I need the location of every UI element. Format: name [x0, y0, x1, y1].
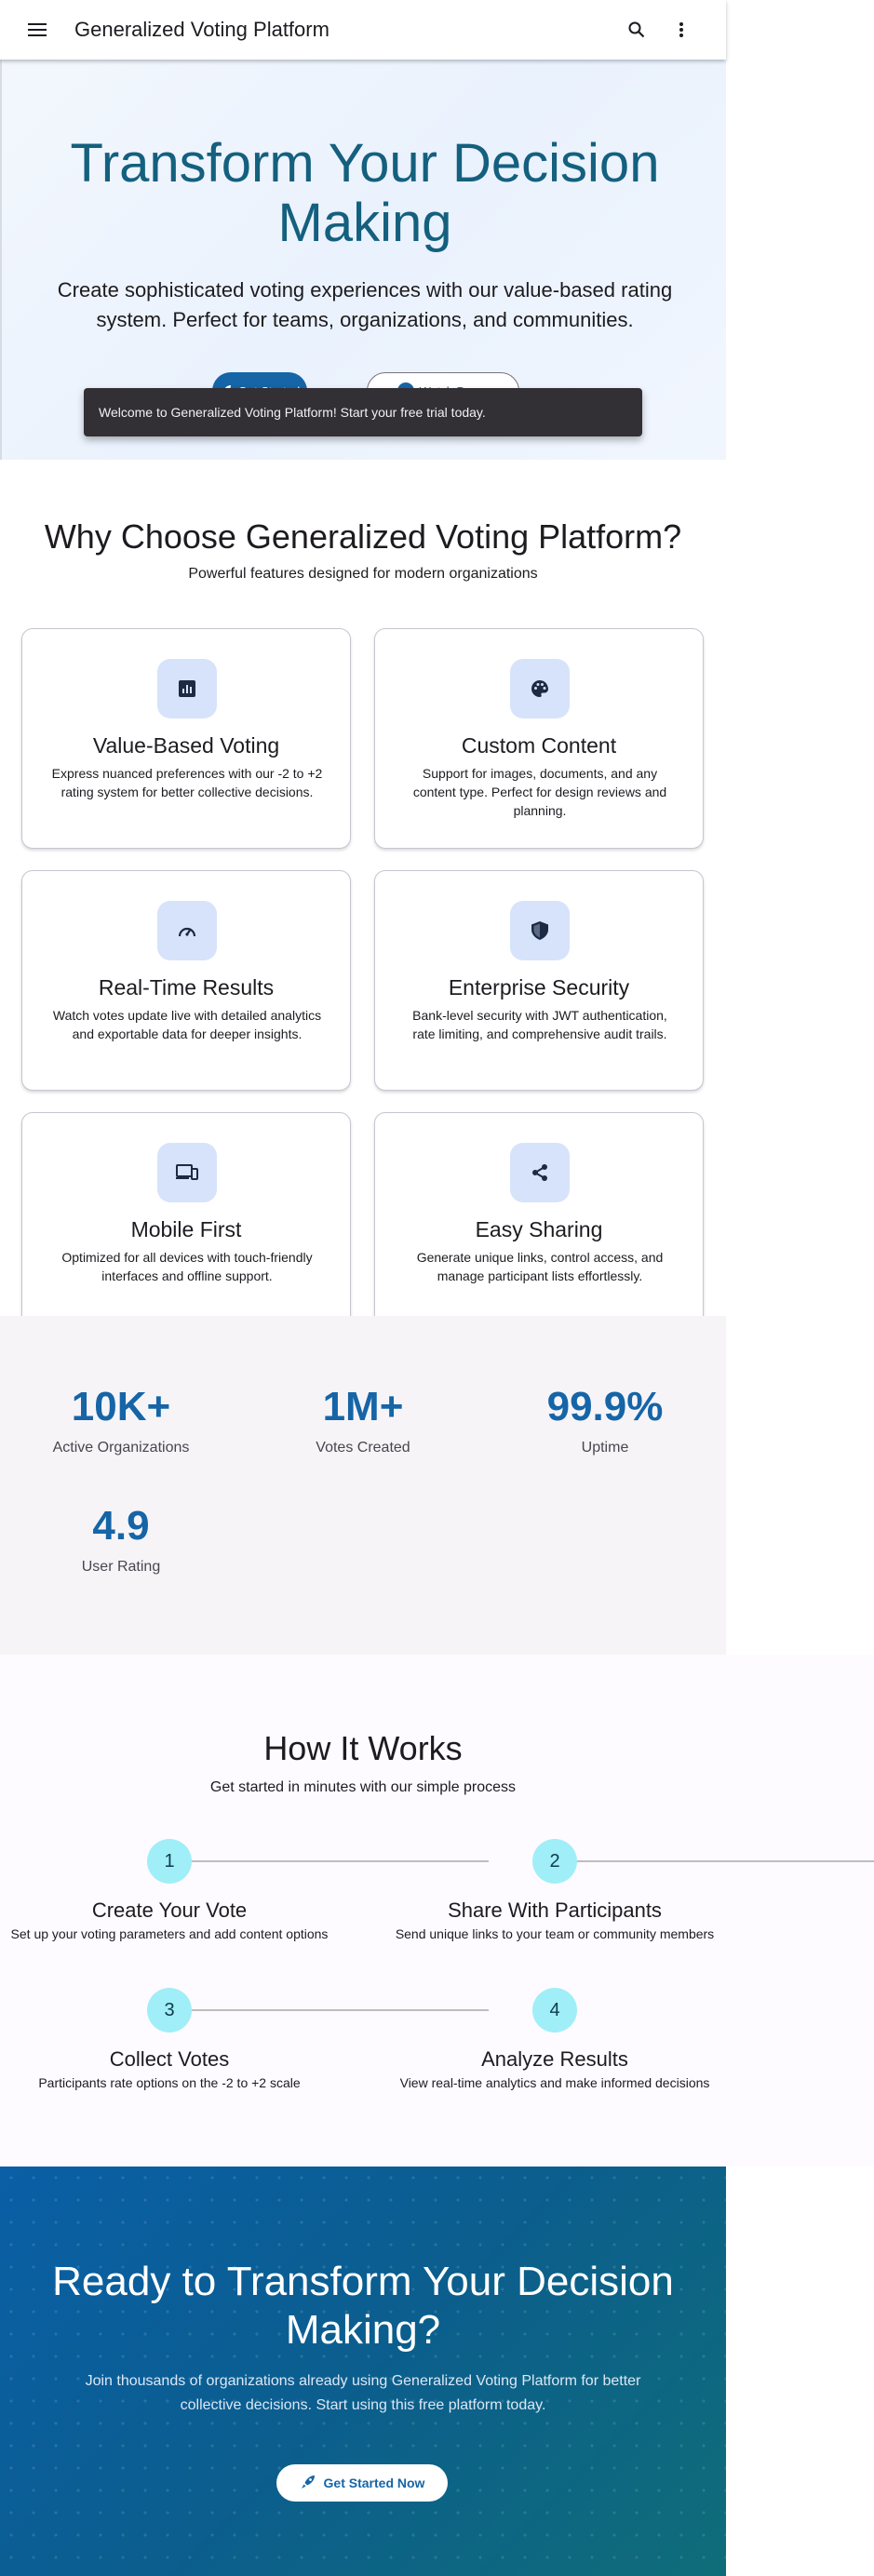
stat-uptime: 99.9% Uptime	[493, 1384, 717, 1456]
cta-section: Ready to Transform Your Decision Making?…	[0, 2167, 726, 2576]
feature-description: Bank-level security with JWT authenticat…	[412, 1008, 667, 1041]
step-title: Share With Participants	[448, 1898, 662, 1922]
feature-card-enterprise-security: Enterprise Security Bank-level security …	[374, 870, 704, 1091]
step-description: Participants rate options on the -2 to +…	[38, 2075, 301, 2090]
get-started-now-button[interactable]: Get Started Now	[276, 2464, 448, 2502]
feature-title: Mobile First	[130, 1217, 242, 1241]
share-icon	[510, 1143, 570, 1202]
step-title: Collect Votes	[109, 2047, 230, 2071]
app-bar: Generalized Voting Platform	[0, 0, 726, 60]
shield-icon	[510, 901, 570, 960]
palette-icon	[510, 659, 570, 718]
stat-label: Uptime	[581, 1440, 629, 1456]
step-number: 4	[532, 1988, 577, 2033]
more-vert-icon[interactable]	[663, 11, 700, 48]
step-number: 1	[147, 1839, 192, 1884]
hero-subtitle: Create sophisticated voting experiences …	[57, 278, 673, 331]
stat-label: User Rating	[81, 1559, 161, 1575]
stat-value: 99.9%	[546, 1384, 664, 1429]
feature-card-mobile-first: Mobile First Optimized for all devices w…	[21, 1112, 351, 1333]
get-started-now-label: Get Started Now	[323, 2475, 425, 2490]
features-title: Why Choose Generalized Voting Platform?	[44, 517, 682, 556]
stat-active-organizations: 10K+ Active Organizations	[9, 1384, 233, 1456]
speed-icon	[157, 901, 217, 960]
step-number: 2	[532, 1839, 577, 1884]
feature-title: Enterprise Security	[448, 975, 630, 1000]
step-connector	[192, 1860, 489, 1862]
step-description: Send unique links to your team or commun…	[395, 1926, 715, 1941]
analytics-icon	[157, 659, 217, 718]
step-title: Create Your Vote	[91, 1898, 248, 1922]
stats-section: 10K+ Active Organizations 1M+ Votes Crea…	[0, 1316, 726, 1655]
stat-value: 1M+	[322, 1384, 404, 1429]
feature-card-easy-sharing: Easy Sharing Generate unique links, cont…	[374, 1112, 704, 1333]
feature-title: Easy Sharing	[475, 1217, 603, 1241]
how-subtitle: Get started in minutes with our simple p…	[209, 1779, 517, 1795]
features-header: Why Choose Generalized Voting Platform? …	[0, 517, 726, 583]
step-number: 3	[147, 1988, 192, 2033]
how-it-works-section: How It Works Get started in minutes with…	[0, 1655, 874, 2167]
landing-page: Generalized Voting Platform Transform Yo…	[0, 0, 874, 2576]
feature-card-real-time-results: Real-Time Results Watch votes update liv…	[21, 870, 351, 1091]
stat-user-rating: 4.9 User Rating	[9, 1503, 233, 1576]
stat-label: Active Organizations	[52, 1440, 190, 1456]
step-title: Analyze Results	[481, 2047, 628, 2071]
welcome-snackbar: Welcome to Generalized Voting Platform! …	[84, 388, 642, 436]
rocket-icon	[300, 2474, 316, 2493]
feature-description: Watch votes update live with detailed an…	[52, 1008, 322, 1041]
how-title: How It Works	[263, 1729, 463, 1767]
feature-title: Custom Content	[461, 733, 617, 758]
feature-description: Optimized for all devices with touch-fri…	[61, 1250, 313, 1283]
feature-description: Support for images, documents, and any c…	[412, 766, 667, 818]
devices-icon	[157, 1143, 217, 1202]
app-title: Generalized Voting Platform	[74, 18, 329, 41]
feature-title: Real-Time Results	[98, 975, 275, 1000]
cta-title: Ready to Transform Your Decision Making?	[52, 2259, 674, 2353]
cta-text: Join thousands of organizations already …	[85, 2373, 641, 2413]
step-connector	[192, 2009, 489, 2011]
feature-description: Generate unique links, control access, a…	[416, 1250, 664, 1283]
stat-votes-created: 1M+ Votes Created	[251, 1384, 475, 1456]
feature-card-custom-content: Custom Content Support for images, docum…	[374, 628, 704, 849]
stat-label: Votes Created	[316, 1440, 410, 1456]
stat-value: 4.9	[92, 1503, 150, 1549]
step-description: Set up your voting parameters and add co…	[10, 1926, 329, 1941]
stat-value: 10K+	[71, 1384, 171, 1429]
snackbar-message: Welcome to Generalized Voting Platform! …	[99, 405, 486, 420]
how-header: How It Works Get started in minutes with…	[0, 1729, 726, 1796]
features-subtitle: Powerful features designed for modern or…	[188, 566, 538, 582]
menu-icon[interactable]	[19, 11, 56, 48]
hero-title: Transform Your Decision Making	[70, 133, 660, 253]
feature-card-value-based-voting: Value-Based Voting Express nuanced prefe…	[21, 628, 351, 849]
step-connector	[577, 1860, 874, 1862]
feature-description: Express nuanced preferences with our -2 …	[51, 766, 323, 799]
search-icon[interactable]	[618, 11, 655, 48]
step-description: View real-time analytics and make inform…	[399, 2075, 710, 2090]
feature-title: Value-Based Voting	[92, 733, 280, 758]
